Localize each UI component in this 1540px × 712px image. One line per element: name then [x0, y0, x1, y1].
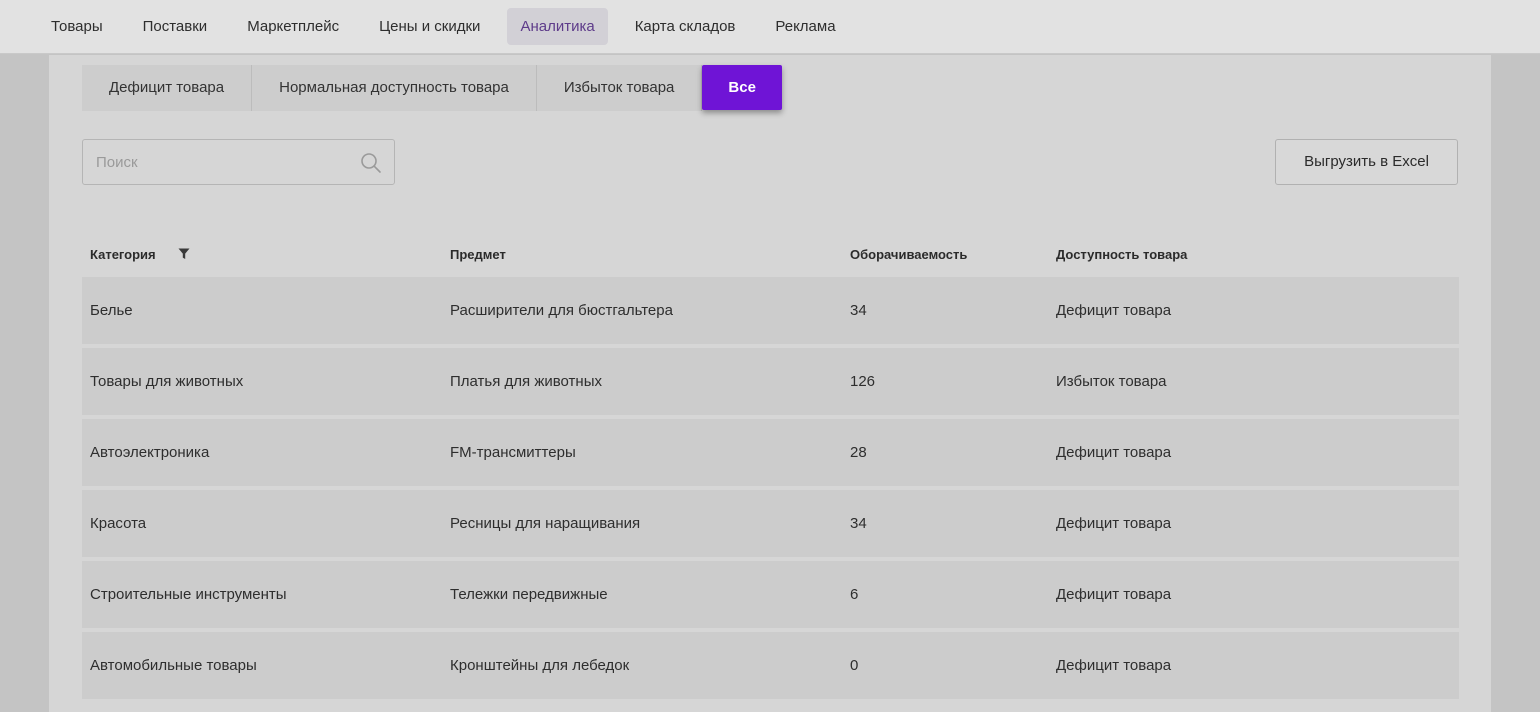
cell-subject: Кронштейны для лебедок — [450, 657, 630, 674]
cell-availability: Избыток товара — [1056, 373, 1167, 390]
table-body: Белье Расширители для бюстгальтера 34 Де… — [82, 277, 1459, 703]
cell-subject: Тележки передвижные — [450, 586, 608, 603]
nav-item-prices-discounts[interactable]: Цены и скидки — [366, 8, 493, 45]
cell-subject: Платья для животных — [450, 373, 602, 390]
table-row[interactable]: Белье Расширители для бюстгальтера 34 Де… — [82, 277, 1459, 344]
column-header-turnover: Оборачиваемость — [850, 247, 968, 262]
cell-turnover: 0 — [850, 657, 859, 674]
cell-category: Строительные инструменты — [90, 586, 287, 603]
table-row[interactable]: Товары для животных Платья для животных … — [82, 348, 1459, 415]
cell-category: Автоэлектроника — [90, 444, 210, 461]
cell-subject: FM-трансмиттеры — [450, 444, 576, 461]
cell-availability: Дефицит товара — [1056, 302, 1172, 319]
cell-availability: Дефицит товара — [1056, 586, 1172, 603]
cell-availability: Дефицит товара — [1056, 444, 1172, 461]
column-header-category: Категория — [90, 247, 156, 262]
cell-subject: Ресницы для наращивания — [450, 515, 641, 532]
top-navigation: Товары Поставки Маркетплейс Цены и скидк… — [0, 0, 1540, 54]
content-panel: Дефицит товара Нормальная доступность то… — [49, 55, 1491, 712]
cell-category: Красота — [90, 515, 147, 532]
filter-icon[interactable] — [178, 248, 190, 260]
cell-subject: Расширители для бюстгальтера — [450, 302, 673, 319]
table-row[interactable]: Красота Ресницы для наращивания 34 Дефиц… — [82, 490, 1459, 557]
search-icon[interactable] — [360, 152, 382, 174]
cell-availability: Дефицит товара — [1056, 515, 1172, 532]
tab-normal-availability[interactable]: Нормальная доступность товара — [252, 65, 537, 111]
column-header-availability: Доступность товара — [1056, 247, 1188, 262]
cell-turnover: 126 — [850, 373, 876, 390]
cell-category: Белье — [90, 302, 133, 319]
table-row[interactable]: Автомобильные товары Кронштейны для лебе… — [82, 632, 1459, 699]
table-header: Категория Предмет Оборачиваемость Доступ… — [82, 241, 1459, 267]
search-input[interactable] — [83, 140, 353, 184]
table-row[interactable]: Автоэлектроника FM-трансмиттеры 28 Дефиц… — [82, 419, 1459, 486]
availability-filter-tabs: Дефицит товара Нормальная доступность то… — [82, 65, 782, 111]
nav-item-warehouse-map[interactable]: Карта складов — [622, 8, 749, 45]
nav-item-marketplace[interactable]: Маркетплейс — [234, 8, 352, 45]
table-row[interactable]: Строительные инструменты Тележки передви… — [82, 561, 1459, 628]
cell-turnover: 34 — [850, 302, 867, 319]
cell-turnover: 28 — [850, 444, 867, 461]
column-header-subject: Предмет — [450, 247, 506, 262]
nav-item-analytics[interactable]: Аналитика — [507, 8, 608, 45]
cell-turnover: 34 — [850, 515, 867, 532]
cell-category: Автомобильные товары — [90, 657, 257, 674]
nav-item-products[interactable]: Товары — [38, 8, 116, 45]
export-excel-button[interactable]: Выгрузить в Excel — [1275, 139, 1458, 185]
tab-surplus[interactable]: Избыток товара — [536, 65, 703, 111]
cell-turnover: 6 — [850, 586, 859, 603]
nav-item-supplies[interactable]: Поставки — [130, 8, 221, 45]
search-box — [82, 139, 395, 185]
tab-all[interactable]: Все — [702, 65, 782, 110]
cell-availability: Дефицит товара — [1056, 657, 1172, 674]
tab-deficit[interactable]: Дефицит товара — [82, 65, 253, 111]
nav-item-advertising[interactable]: Реклама — [762, 8, 848, 45]
cell-category: Товары для животных — [90, 373, 244, 390]
